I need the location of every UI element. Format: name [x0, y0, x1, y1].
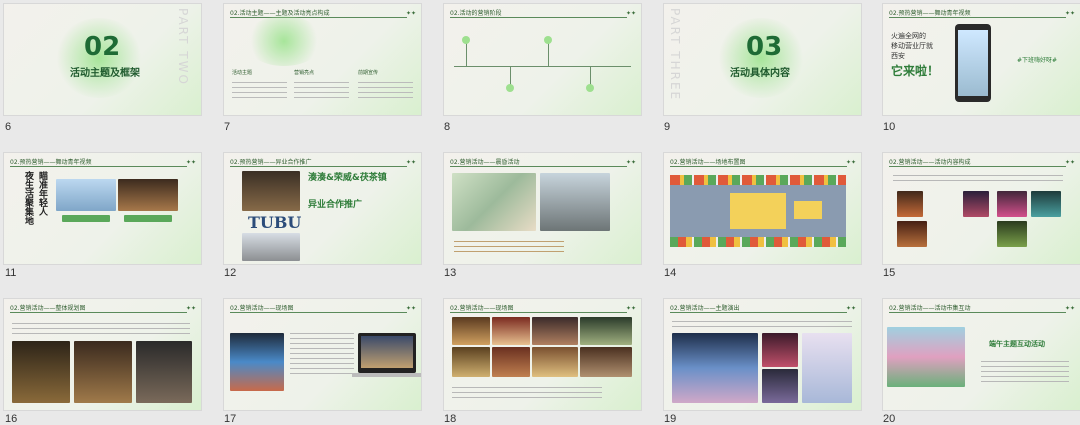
section-title: 活动主题及框架 — [70, 68, 140, 79]
slide-number: 12 — [224, 267, 237, 279]
slide-thumbnail-20[interactable]: 02.营销活动——活动市集互动 ✦✦ 端午主题互动活动 — [883, 299, 1080, 410]
street-night-photo — [963, 191, 989, 217]
sparkle-icon: ✦✦ — [405, 10, 416, 17]
section-number: 03 — [746, 32, 783, 62]
slide-number: 8 — [444, 121, 451, 133]
slide-header: 02.营销活动——主题演出 — [670, 305, 740, 312]
slide-header: 02.营销活动——晨昏活动 — [450, 159, 520, 166]
slide-header: 02.预热营销——舞动青年视频 — [10, 159, 92, 166]
slide-thumbnail-19[interactable]: 02.营销活动——主题演出 ✦✦ — [664, 299, 861, 410]
highlight-label-3: 前期宣传 — [358, 70, 379, 76]
sparkle-icon: ✦✦ — [625, 10, 636, 17]
slide-thumbnail-10[interactable]: 02.预热营销——舞动青年视频 ✦✦ 火遍全网的 移动营业厅就 西安 它来啦！ … — [883, 4, 1080, 115]
game-photo — [1031, 191, 1061, 217]
vertical-part-label: PART THREE — [668, 8, 682, 102]
food-photo-3 — [532, 317, 578, 345]
phone-photo — [955, 24, 991, 102]
food-photo-5 — [452, 347, 490, 377]
slide-number: 6 — [5, 121, 12, 133]
sparkle-icon: ✦✦ — [625, 305, 636, 312]
highlight-label-1: 活动主题 — [232, 70, 253, 76]
slide-thumbnail-6[interactable]: 02 活动主题及框架 PART TWO — [4, 4, 201, 115]
slide-header: 02.预热营销——异业合作推广 — [230, 159, 312, 166]
slide-thumbnail-14[interactable]: 02.营销活动——场地布置图 ✦✦ — [664, 153, 861, 264]
slide-number: 9 — [664, 121, 671, 133]
food-photo-6 — [492, 347, 530, 377]
sparkle-icon: ✦✦ — [845, 305, 856, 312]
slide-header: 02.营销活动——活动内容构成 — [889, 159, 971, 166]
slide-number: 7 — [224, 121, 231, 133]
food-photo-8 — [580, 347, 632, 377]
sparkle-icon: ✦✦ — [845, 159, 856, 166]
slide-thumbnail-9[interactable]: PART THREE 03 活动具体内容 — [664, 4, 861, 115]
event-photo — [230, 333, 284, 391]
sparkle-icon: ✦✦ — [185, 305, 196, 312]
food-photo-2 — [492, 317, 530, 345]
sparkle-icon: ✦✦ — [625, 159, 636, 166]
slide-number: 10 — [883, 121, 896, 133]
slide-number: 14 — [664, 267, 677, 279]
laptop-photo — [358, 333, 416, 373]
slide-thumbnail-7[interactable]: 02.活动主题——主题及活动亮点构成 ✦✦ 活动主题 营销亮点 前期宣传 — [224, 4, 421, 115]
road-photo — [540, 173, 610, 231]
aerial-map-photo — [452, 173, 536, 231]
sparkle-icon: ✦✦ — [1064, 305, 1075, 312]
slide-thumbnail-8[interactable]: 02.活动的营销阶段 ✦✦ — [444, 4, 641, 115]
shop-interior-photo — [74, 341, 132, 403]
brand-logo: TUBU — [248, 213, 302, 232]
slide-header: 02.预热营销——舞动青年视频 — [889, 10, 971, 17]
hashtag: #下班嗨好呀# — [1017, 57, 1058, 64]
slide-header: 02.营销活动——现场图 — [450, 305, 514, 312]
sparkle-icon: ✦✦ — [1064, 159, 1075, 166]
slide-thumbnail-13[interactable]: 02.营销活动——晨昏活动 ✦✦ — [444, 153, 641, 264]
slide-thumbnail-16[interactable]: 02.营销活动——整体规划图 ✦✦ — [4, 299, 201, 410]
slide-header: 02.营销活动——整体规划图 — [10, 305, 86, 312]
sparkle-icon: ✦✦ — [405, 305, 416, 312]
dancer-photo — [802, 333, 852, 403]
sparkle-icon: ✦✦ — [405, 159, 416, 166]
slide-number: 11 — [5, 267, 17, 279]
section-number: 02 — [84, 32, 121, 62]
slide-grid: 02 活动主题及框架 PART TWO 6 02.活动主题——主题及活动亮点构成… — [0, 0, 1080, 425]
food-photo-4 — [580, 317, 632, 345]
corridor-photo — [136, 341, 192, 403]
floor-plan — [670, 175, 846, 247]
sparkle-icon: ✦✦ — [185, 159, 196, 166]
street-photo — [242, 233, 300, 261]
lantern-photo — [897, 191, 923, 217]
alley-photo — [12, 341, 70, 403]
stage-photo-2 — [762, 333, 798, 367]
slide-header: 02.营销活动——活动市集互动 — [889, 305, 971, 312]
highlight-label-2: 营销亮点 — [294, 70, 315, 76]
slide-thumbnail-18[interactable]: 02.营销活动——现场图 ✦✦ — [444, 299, 641, 410]
shop-photo — [242, 171, 300, 211]
slide-header: 02.营销活动——现场图 — [230, 305, 294, 312]
slide-thumbnail-12[interactable]: 02.预热营销——异业合作推广 ✦✦ TUBU 湊湊&荣威&茯茶镇 异业合作推广 — [224, 153, 421, 264]
performance-photo — [672, 333, 758, 403]
slide-number: 13 — [444, 267, 457, 279]
crowd-photo — [997, 221, 1027, 247]
slide-thumbnail-17[interactable]: 02.营销活动——现场图 ✦✦ — [224, 299, 421, 410]
slide-header: 02.营销活动——场地布置图 — [670, 159, 746, 166]
market-photo — [997, 191, 1027, 217]
night-photo — [118, 179, 178, 211]
stage-photo-3 — [762, 369, 798, 403]
stage-photo — [897, 221, 927, 247]
slide-thumbnail-11[interactable]: 02.预热营销——舞动青年视频 ✦✦ 瞄准年轻人 夜生活聚集地 — [4, 153, 201, 264]
sparkle-icon: ✦✦ — [1064, 10, 1075, 17]
city-photo — [56, 179, 116, 211]
slide-header: 02.活动的营销阶段 — [450, 10, 502, 17]
section-title: 活动具体内容 — [730, 68, 790, 79]
food-photo-7 — [532, 347, 578, 377]
vertical-part-label: PART TWO — [176, 8, 190, 86]
food-photo-1 — [452, 317, 490, 345]
slide-thumbnail-15[interactable]: 02.营销活动——活动内容构成 ✦✦ — [883, 153, 1080, 264]
slide-number: 15 — [883, 267, 896, 279]
booth-photo — [887, 327, 965, 387]
